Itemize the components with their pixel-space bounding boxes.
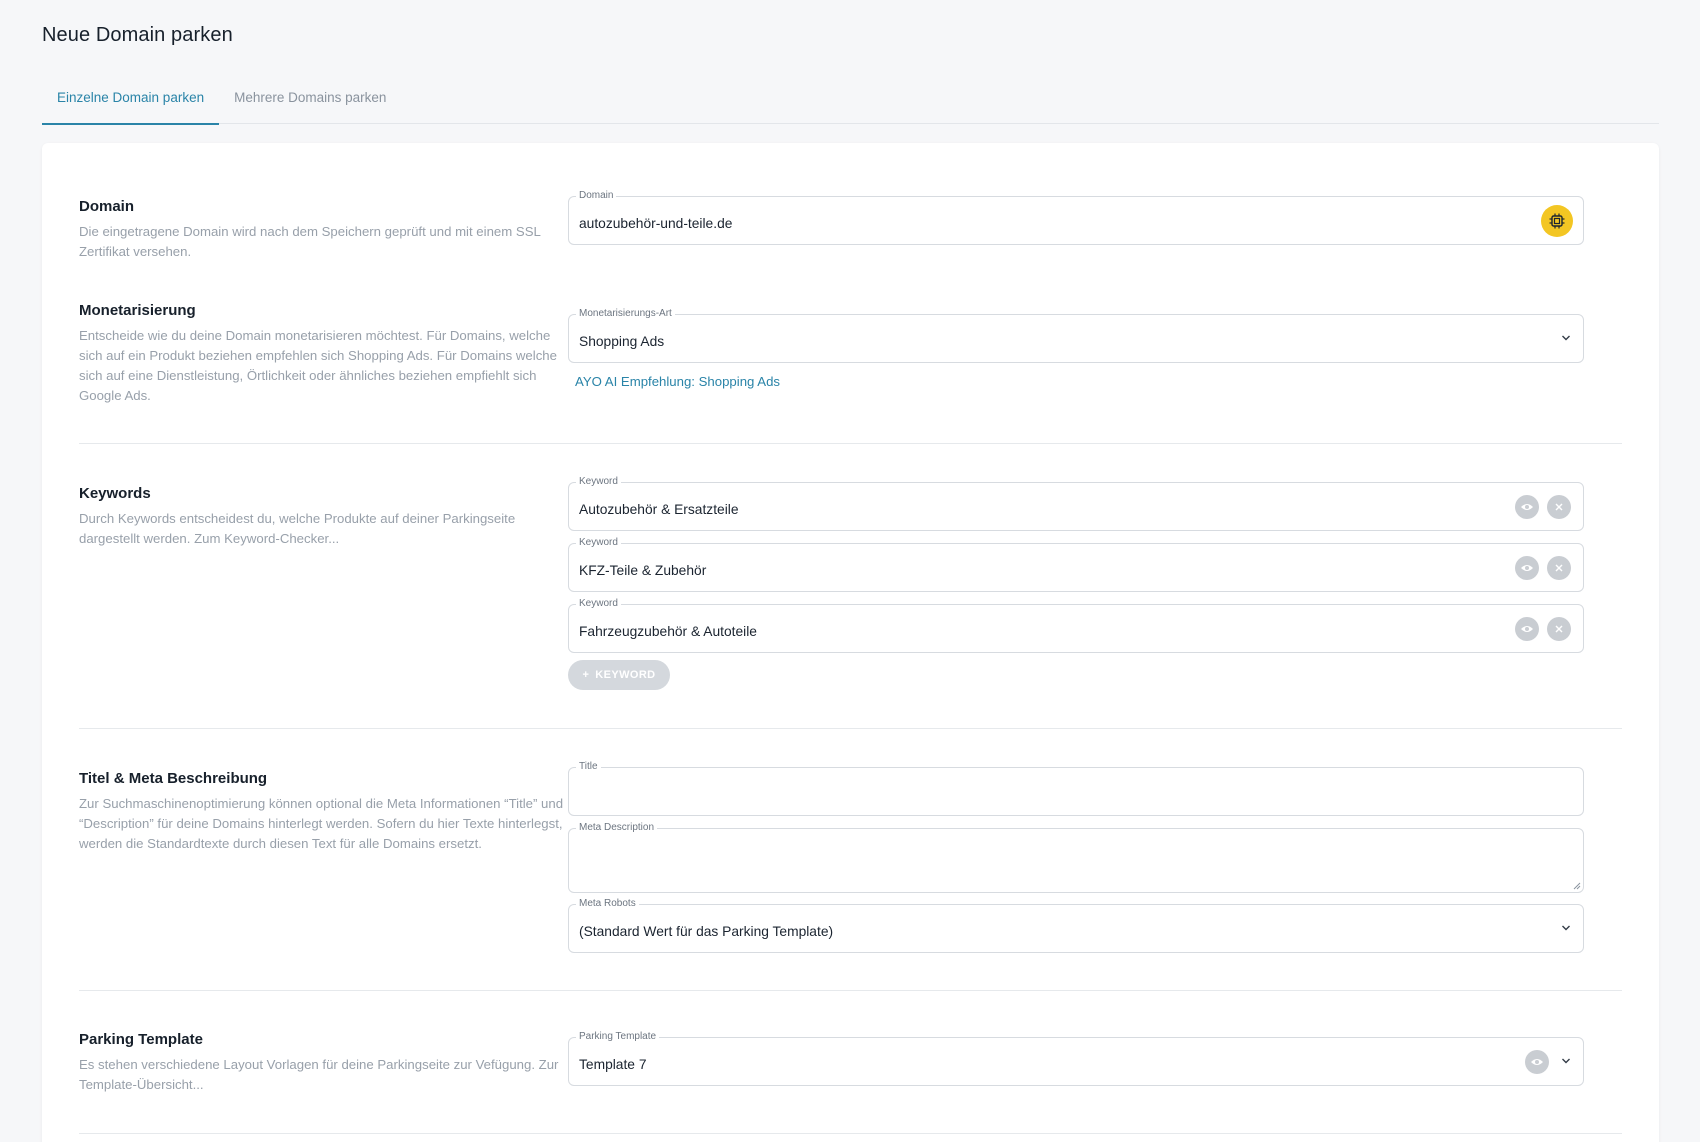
eye-icon[interactable] (1515, 495, 1539, 519)
close-icon[interactable] (1547, 495, 1571, 519)
meta-title-field[interactable]: Title (568, 761, 1584, 816)
tab-bar: Einzelne Domain parken Mehrere Domains p… (42, 82, 1659, 125)
monetization-value: Shopping Ads (579, 334, 665, 349)
keyword-field-label: Keyword (576, 476, 621, 488)
plus-icon: + (582, 669, 590, 681)
keyword-field-label: Keyword (576, 537, 621, 549)
keyword-input[interactable]: Fahrzeugzubehör & Autoteile (579, 623, 757, 641)
domain-section-description: Die eingetragene Domain wird nach dem Sp… (79, 224, 541, 259)
template-section-description: Es stehen verschiedene Layout Vorlagen f… (79, 1057, 559, 1092)
meta-title-label: Title (576, 761, 601, 773)
form-card: Domain Die eingetragene Domain wird nach… (42, 143, 1659, 1142)
chevron-down-icon[interactable] (1561, 923, 1571, 933)
monetization-select[interactable]: Monetarisierungs-Art Shopping Ads (568, 308, 1584, 363)
add-keyword-label: KEYWORD (595, 669, 656, 681)
ai-recommendation: AYO AI Empfehlung: Shopping Ads (575, 374, 781, 389)
domain-section-title: Domain (79, 198, 135, 215)
keyword-field[interactable]: Keyword Fahrzeugzubehör & Autoteile (568, 598, 1584, 653)
keyword-input[interactable]: Autozubehör & Ersatzteile (579, 501, 739, 519)
keyword-input[interactable]: KFZ-Teile & Zubehör (579, 562, 706, 580)
domain-input[interactable]: autozubehör-und-teile.de (579, 215, 732, 233)
close-icon[interactable] (1547, 617, 1571, 641)
add-keyword-button[interactable]: + KEYWORD (568, 660, 670, 690)
cpu-chip-icon[interactable] (1541, 205, 1573, 237)
page-title: Neue Domain parken (42, 24, 233, 46)
divider (79, 1133, 1622, 1134)
divider (79, 443, 1622, 444)
parking-template-select[interactable]: Parking Template Template 7 (568, 1031, 1584, 1086)
eye-icon[interactable] (1515, 617, 1539, 641)
domain-field[interactable]: Domain autozubehör-und-teile.de (568, 190, 1584, 245)
resize-handle-icon[interactable] (1573, 882, 1581, 890)
eye-icon[interactable] (1515, 556, 1539, 580)
chevron-down-icon[interactable] (1561, 333, 1571, 343)
template-section-title: Parking Template (79, 1031, 203, 1048)
meta-robots-label: Meta Robots (576, 898, 639, 910)
tab-single-domain[interactable]: Einzelne Domain parken (42, 82, 220, 125)
meta-section-description: Zur Suchmaschinenoptimierung können opti… (79, 796, 564, 851)
meta-robots-select[interactable]: Meta Robots (Standard Wert für das Parki… (568, 898, 1584, 953)
divider (79, 728, 1622, 729)
meta-robots-value: (Standard Wert für das Parking Template) (579, 924, 834, 939)
tab-multiple-domains[interactable]: Mehrere Domains parken (219, 82, 401, 124)
meta-description-field[interactable]: Meta Description (568, 822, 1584, 893)
close-icon[interactable] (1547, 556, 1571, 580)
keyword-field-label: Keyword (576, 598, 621, 610)
monetization-section-description: Entscheide wie du deine Domain monetaris… (79, 328, 557, 403)
keywords-section-description: Durch Keywords entscheidest du, welche P… (79, 511, 516, 546)
divider (79, 990, 1622, 991)
monetization-section-title: Monetarisierung (79, 302, 196, 319)
chevron-down-icon[interactable] (1561, 1056, 1571, 1066)
monetization-field-label: Monetarisierungs-Art (576, 308, 675, 320)
keywords-section-title: Keywords (79, 485, 151, 502)
domain-field-label: Domain (576, 190, 617, 202)
parking-template-value: Template 7 (579, 1057, 647, 1072)
meta-section-title: Titel & Meta Beschreibung (79, 770, 268, 787)
keyword-field[interactable]: Keyword Autozubehör & Ersatzteile (568, 476, 1584, 531)
parking-template-label: Parking Template (576, 1031, 660, 1043)
eye-icon[interactable] (1525, 1050, 1549, 1074)
keyword-field[interactable]: Keyword KFZ-Teile & Zubehör (568, 537, 1584, 592)
meta-description-label: Meta Description (576, 822, 658, 834)
